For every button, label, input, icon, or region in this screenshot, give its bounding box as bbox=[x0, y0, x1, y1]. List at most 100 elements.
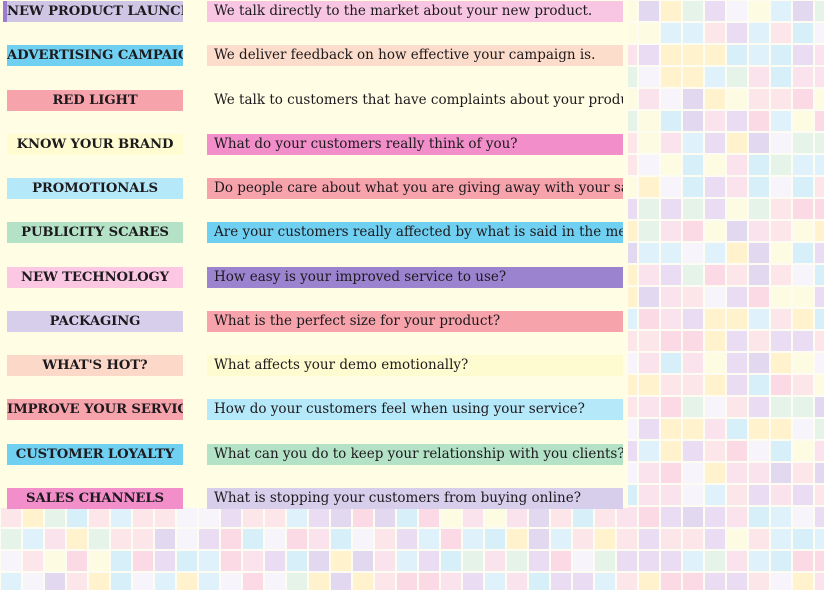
description-sales-channels: What is stopping your customers from buy… bbox=[207, 487, 623, 509]
mosaic-tile bbox=[727, 463, 747, 483]
mosaic-tile bbox=[133, 573, 153, 590]
label-promotionals: PROMOTIONALS bbox=[7, 178, 183, 199]
label-sales-channels: SALES CHANNELS bbox=[7, 487, 183, 509]
mosaic-tile bbox=[683, 177, 703, 197]
mosaic-tile bbox=[441, 529, 461, 549]
mosaic-tile bbox=[705, 1, 725, 21]
mosaic-tile bbox=[815, 397, 824, 417]
mosaic-tile bbox=[661, 529, 681, 549]
mosaic-tile bbox=[771, 485, 791, 505]
mosaic-tile bbox=[221, 551, 241, 571]
mosaic-tile bbox=[771, 243, 791, 263]
mosaic-tile bbox=[683, 441, 703, 461]
mosaic-tile bbox=[793, 463, 813, 483]
mosaic-tile bbox=[727, 133, 747, 153]
mosaic-tile bbox=[705, 573, 725, 590]
mosaic-tile bbox=[309, 573, 329, 590]
mosaic-tile bbox=[793, 67, 813, 87]
mosaic-tile bbox=[793, 23, 813, 43]
mosaic-tile bbox=[639, 353, 659, 373]
mosaic-tile bbox=[793, 441, 813, 461]
mosaic-tile bbox=[815, 573, 824, 590]
mosaic-tile bbox=[771, 441, 791, 461]
mosaic-tile bbox=[507, 573, 527, 590]
mosaic-tile bbox=[639, 485, 659, 505]
mosaic-tile bbox=[639, 463, 659, 483]
mosaic-tile bbox=[661, 287, 681, 307]
mosaic-tile bbox=[111, 573, 131, 590]
mosaic-tile bbox=[661, 1, 681, 21]
mosaic-tile bbox=[639, 375, 659, 395]
mosaic-tile bbox=[463, 529, 483, 549]
mosaic-tile bbox=[67, 573, 87, 590]
mosaic-tile bbox=[485, 573, 505, 590]
mosaic-tile bbox=[815, 331, 824, 351]
mosaic-tile bbox=[793, 177, 813, 197]
mosaic-tile bbox=[111, 529, 131, 549]
mosaic-tile bbox=[661, 485, 681, 505]
mosaic-tile bbox=[705, 397, 725, 417]
description-whats-hot: What affects your demo emotionally? bbox=[207, 355, 623, 376]
mosaic-tile bbox=[661, 331, 681, 351]
mosaic-tile bbox=[771, 419, 791, 439]
mosaic-tile bbox=[485, 529, 505, 549]
mosaic-tile bbox=[771, 89, 791, 109]
label-whats-hot: WHAT'S HOT? bbox=[7, 355, 183, 376]
mosaic-tile bbox=[771, 397, 791, 417]
mosaic-tile bbox=[727, 221, 747, 241]
mosaic-tile bbox=[155, 529, 175, 549]
mosaic-tile bbox=[397, 573, 417, 590]
mosaic-tile bbox=[771, 529, 791, 549]
mosaic-tile bbox=[705, 529, 725, 549]
mosaic-tile bbox=[815, 177, 824, 197]
mosaic-tile bbox=[243, 551, 263, 571]
mosaic-tile bbox=[683, 551, 703, 571]
mosaic-tile bbox=[683, 331, 703, 351]
mosaic-tile bbox=[639, 177, 659, 197]
mosaic-tile bbox=[177, 573, 197, 590]
mosaic-tile bbox=[705, 287, 725, 307]
mosaic-tile bbox=[353, 573, 373, 590]
mosaic-tile bbox=[661, 441, 681, 461]
mosaic-tile bbox=[639, 441, 659, 461]
mosaic-tile bbox=[683, 573, 703, 590]
mosaic-tile bbox=[639, 507, 659, 527]
mosaic-tile bbox=[331, 529, 351, 549]
mosaic-tile bbox=[749, 397, 769, 417]
description-advertising-campaign: We deliver feedback on how effective you… bbox=[207, 45, 623, 67]
description-packaging: What is the perfect size for your produc… bbox=[207, 310, 623, 332]
mosaic-tile bbox=[265, 551, 285, 571]
mosaic-tile bbox=[573, 529, 593, 549]
mosaic-tile bbox=[749, 551, 769, 571]
mosaic-tile bbox=[89, 529, 109, 549]
mosaic-tile bbox=[815, 353, 824, 373]
mosaic-tile bbox=[771, 287, 791, 307]
mosaic-tile bbox=[705, 463, 725, 483]
row-advertising-campaign: ADVERTISING CAMPAIGN We deliver feedback … bbox=[0, 45, 628, 89]
mosaic-tile bbox=[639, 221, 659, 241]
mosaic-tile bbox=[683, 1, 703, 21]
mosaic-tile bbox=[771, 45, 791, 65]
mosaic-tile bbox=[1, 529, 21, 549]
mosaic-tile bbox=[727, 419, 747, 439]
mosaic-tile bbox=[639, 199, 659, 219]
mosaic-tile bbox=[727, 353, 747, 373]
mosaic-tile bbox=[221, 529, 241, 549]
mosaic-tile bbox=[661, 221, 681, 241]
mosaic-tile bbox=[309, 551, 329, 571]
mosaic-tile bbox=[661, 419, 681, 439]
mosaic-tile bbox=[793, 331, 813, 351]
mosaic-tile bbox=[661, 155, 681, 175]
mosaic-tile bbox=[661, 463, 681, 483]
description-promotionals: Do people care about what you are giving… bbox=[207, 178, 623, 199]
mosaic-tile bbox=[771, 331, 791, 351]
mosaic-tile bbox=[331, 551, 351, 571]
mosaic-tile bbox=[67, 529, 87, 549]
mosaic-tile bbox=[661, 551, 681, 571]
mosaic-tile bbox=[815, 551, 824, 571]
label-publicity-scares: PUBLICITY SCARES bbox=[7, 222, 183, 244]
mosaic-tile bbox=[727, 287, 747, 307]
mosaic-tile bbox=[683, 221, 703, 241]
mosaic-tile bbox=[815, 309, 824, 329]
label-advertising-campaign: ADVERTISING CAMPAIGN bbox=[7, 45, 183, 67]
